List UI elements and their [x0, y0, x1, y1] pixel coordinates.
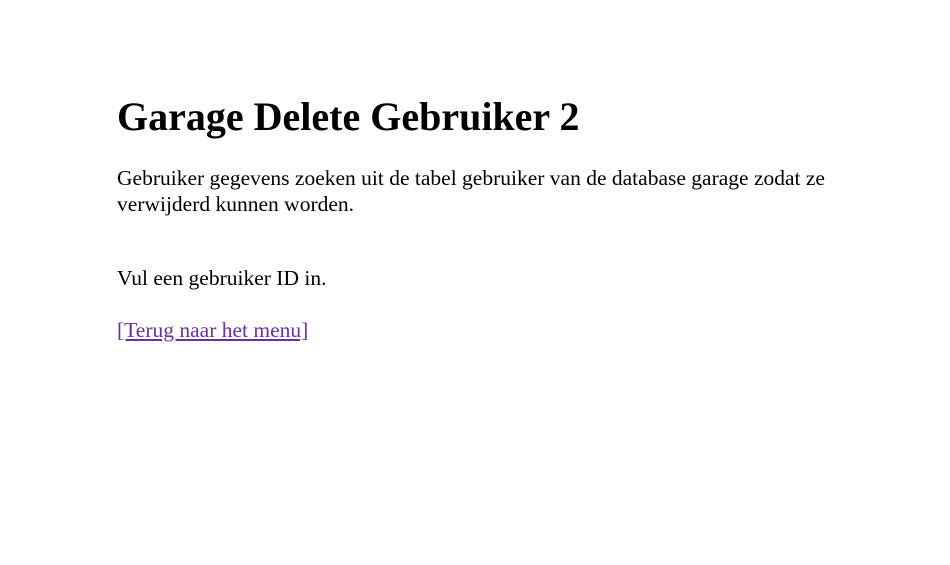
page: Garage Delete Gebruiker 2 Gebruiker gege… [0, 0, 950, 565]
main-content: Garage Delete Gebruiker 2 Gebruiker gege… [117, 92, 877, 343]
back-to-menu-link[interactable]: [Terug naar het menu] [117, 318, 308, 342]
page-title: Garage Delete Gebruiker 2 [117, 94, 580, 139]
page-description: Gebruiker gegevens zoeken uit de tabel g… [117, 166, 825, 216]
enter-user-id-message: Vul een gebruiker ID in. [117, 266, 327, 290]
back-link-container: [Terug naar het menu] [117, 317, 877, 343]
